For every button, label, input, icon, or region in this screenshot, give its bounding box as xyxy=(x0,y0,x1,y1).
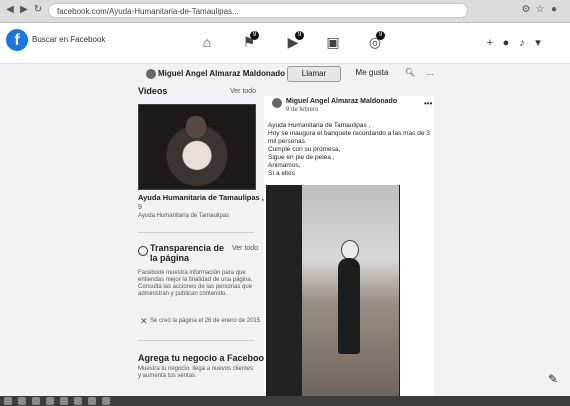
new-message-icon[interactable]: ✎ xyxy=(548,372,558,386)
edge-icon[interactable] xyxy=(60,397,68,405)
transparency-title: Transparencia de la página xyxy=(150,243,225,263)
back-icon[interactable]: ◀ xyxy=(4,4,16,16)
explorer-icon[interactable] xyxy=(46,397,54,405)
promo-text: Muestra tu negocio, llega a nuevos clien… xyxy=(138,366,254,379)
video-reactions: 9 xyxy=(138,204,142,211)
page-created: Se creó la página el 26 de enero de 2015 xyxy=(150,318,261,324)
post-avatar xyxy=(272,98,282,108)
video-person xyxy=(186,116,206,138)
home-icon[interactable]: ⌂ xyxy=(196,33,218,51)
post-line: Sí a ellos xyxy=(268,170,295,177)
taskview-icon[interactable] xyxy=(32,397,40,405)
profile-icon[interactable]: ● xyxy=(548,4,560,16)
address-bar[interactable]: facebook.com/Ayuda-Humanitaria-de-Tamaul… xyxy=(48,3,468,18)
post-author[interactable]: Miguel Angel Almaraz Maldonado xyxy=(286,98,397,105)
marketplace-icon[interactable]: ▣ xyxy=(322,33,344,51)
post-line: Hoy se inaugura el banquete recordando a… xyxy=(268,130,430,145)
photo-person-head xyxy=(341,240,359,260)
transparency-see-all[interactable]: Ver todo xyxy=(232,245,258,252)
transparency-description: Facebook muestra información para que en… xyxy=(138,270,253,297)
post-date[interactable]: 9 de febrero xyxy=(286,107,318,113)
facebook-logo[interactable]: f xyxy=(6,29,28,51)
watch-badge: 9 xyxy=(295,31,304,40)
search-taskbar-icon[interactable] xyxy=(18,397,26,405)
post-text: Ayuda Humanitaria de Tamaulipas , Hoy se… xyxy=(268,122,434,178)
pages-badge: 9 xyxy=(250,31,259,40)
store-icon[interactable] xyxy=(102,397,110,405)
taskbar xyxy=(0,396,570,406)
mail-icon[interactable] xyxy=(88,397,96,405)
post-line: Sigue en pie de pelea , xyxy=(268,154,335,161)
video-meta: Ayuda Humanitaria de Tamaulipas xyxy=(138,213,230,219)
search-input[interactable]: Buscar en Facebook xyxy=(32,33,105,47)
notifications-icon[interactable]: ♪ xyxy=(516,37,528,49)
like-button[interactable]: Me gusta xyxy=(352,66,392,80)
flag-icon: ✕ xyxy=(140,316,148,326)
start-icon[interactable] xyxy=(4,397,12,405)
create-icon[interactable]: + xyxy=(484,37,496,49)
photo-person xyxy=(338,258,360,354)
videos-see-all[interactable]: Ver todo xyxy=(230,88,256,95)
divider xyxy=(138,232,254,233)
post-line: Cumple con su promesa, xyxy=(268,146,341,153)
promo-title: Agrega tu negocio a Facebook xyxy=(138,353,270,363)
call-button[interactable]: Llamar xyxy=(287,66,341,82)
forward-icon[interactable]: ▶ xyxy=(18,4,30,16)
post-line: Ayuda Humanitaria de Tamaulipas , xyxy=(268,122,371,129)
extension-icon[interactable]: ⚙ xyxy=(520,4,532,16)
more-icon[interactable]: ... xyxy=(424,66,436,80)
messenger-icon[interactable]: ● xyxy=(500,37,512,49)
post-line: Animamos, xyxy=(268,162,301,169)
divider xyxy=(138,340,254,341)
videos-title: Videos xyxy=(138,86,168,96)
account-menu-icon[interactable]: ▾ xyxy=(532,37,544,49)
reload-icon[interactable]: ↻ xyxy=(32,4,44,16)
page-name: Miguel Angel Almaraz Maldonado xyxy=(158,69,285,78)
search-icon[interactable]: 🔍︎ xyxy=(404,66,416,80)
post-more-icon[interactable]: ••• xyxy=(424,99,432,108)
groups-badge: 9 xyxy=(376,31,385,40)
chrome-icon[interactable] xyxy=(74,397,82,405)
star-icon[interactable]: ☆ xyxy=(534,4,546,16)
info-icon xyxy=(138,246,148,256)
page-avatar xyxy=(146,69,156,79)
